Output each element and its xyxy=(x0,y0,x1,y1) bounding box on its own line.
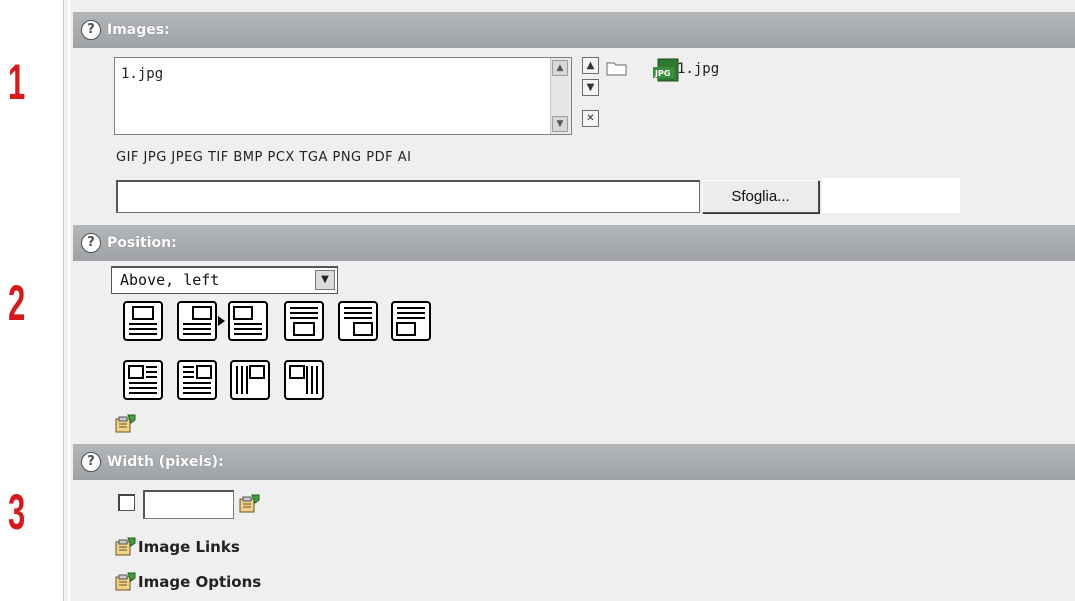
step-number-2: 2 xyxy=(8,275,26,331)
position-below-center-icon[interactable] xyxy=(284,301,324,341)
image-options-link[interactable]: Image Options xyxy=(138,573,261,591)
position-intext-left-icon[interactable] xyxy=(177,360,217,400)
position-above-left-icon[interactable] xyxy=(228,301,268,341)
image-links-row[interactable]: Image Links xyxy=(114,537,240,557)
help-icon[interactable]: ? xyxy=(81,233,101,253)
position-select[interactable]: Above, left ▼ xyxy=(111,266,338,294)
move-up-button[interactable]: ▲ xyxy=(582,57,599,74)
position-intext-right-icon[interactable] xyxy=(123,360,163,400)
step-number-3: 3 xyxy=(8,484,26,540)
image-list-scrollbar[interactable]: ▲ ▼ xyxy=(550,58,571,134)
position-section-header: ? Position: xyxy=(73,225,1075,261)
folder-icon[interactable] xyxy=(606,60,628,76)
width-section-header: ? Width (pixels): xyxy=(73,444,1075,480)
images-section-header: ? Images: xyxy=(73,12,1075,48)
allowed-file-types: GIF JPG JPEG TIF BMP PCX TGA PNG PDF AI xyxy=(116,150,412,165)
image-file-list[interactable]: 1.jpg ▲ ▼ xyxy=(114,57,572,135)
scroll-up-arrow-icon[interactable]: ▲ xyxy=(552,60,568,76)
help-icon[interactable]: ? xyxy=(81,20,101,40)
edit-clipboard-icon[interactable] xyxy=(114,414,136,434)
scroll-down-arrow-icon[interactable]: ▼ xyxy=(552,116,568,132)
position-below-right-icon[interactable] xyxy=(338,301,378,341)
chevron-down-icon[interactable]: ▼ xyxy=(315,270,335,290)
image-file-list-item[interactable]: 1.jpg xyxy=(121,66,163,82)
edit-clipboard-icon[interactable] xyxy=(238,494,262,514)
form-panel-inner: ? Images: 1.jpg ▲ ▼ ▲ ▼ ✕ JPG 1.jpg GIF … xyxy=(68,0,1075,601)
edit-clipboard-icon xyxy=(115,537,136,556)
preview-file-name[interactable]: 1.jpg xyxy=(677,61,719,77)
image-options-row[interactable]: Image Options xyxy=(114,572,261,592)
help-icon[interactable]: ? xyxy=(81,452,101,472)
position-section-title: Position: xyxy=(107,235,177,251)
form-panel: ? Images: 1.jpg ▲ ▼ ▲ ▼ ✕ JPG 1.jpg GIF … xyxy=(63,0,1075,601)
file-upload-input[interactable] xyxy=(116,180,700,213)
file-input-padding xyxy=(822,178,960,213)
position-below-left-icon[interactable] xyxy=(391,301,431,341)
position-above-right-icon[interactable] xyxy=(177,301,217,341)
svg-text:JPG: JPG xyxy=(654,69,670,78)
step-number-1: 1 xyxy=(8,54,26,110)
browse-button[interactable]: Sfoglia... xyxy=(702,180,819,213)
position-wrap-left-icon[interactable] xyxy=(284,360,324,400)
position-select-value: Above, left xyxy=(120,271,220,289)
selected-arrow-icon xyxy=(218,316,225,326)
image-links-link[interactable]: Image Links xyxy=(138,538,240,556)
edit-clipboard-icon xyxy=(115,572,136,591)
move-down-button[interactable]: ▼ xyxy=(582,79,599,96)
width-checkbox[interactable] xyxy=(118,494,135,511)
width-section-title: Width (pixels): xyxy=(107,454,224,470)
position-above-center-icon[interactable] xyxy=(123,301,163,341)
width-input[interactable] xyxy=(143,490,234,519)
position-wrap-right-icon[interactable] xyxy=(230,360,270,400)
remove-file-button[interactable]: ✕ xyxy=(582,110,599,127)
images-section-title: Images: xyxy=(107,22,170,38)
